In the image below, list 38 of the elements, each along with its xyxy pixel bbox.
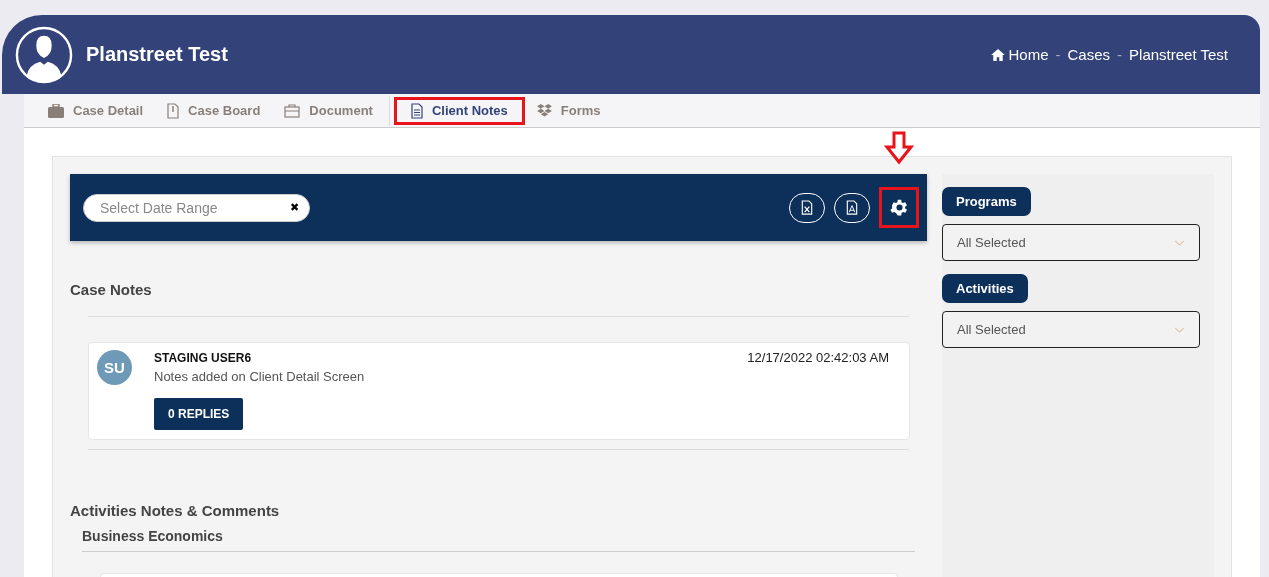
pdf-file-icon	[846, 200, 858, 215]
breadcrumb-separator: -	[1117, 46, 1123, 63]
note-text: Notes added on Client Detail Screen	[154, 369, 365, 384]
suitcase-icon	[284, 103, 301, 118]
breadcrumb-link[interactable]: Home	[1008, 46, 1049, 63]
note-author: STAGING USER6	[154, 351, 253, 365]
breadcrumb-link[interactable]: Cases	[1067, 46, 1111, 63]
filter-label: Programs	[942, 187, 1031, 216]
filter-dropdown[interactable]: All Selected	[942, 224, 1200, 261]
briefcase-icon	[48, 103, 64, 118]
page-title: Planstreet Test	[86, 43, 228, 66]
excel-file-icon	[801, 200, 813, 215]
section-title: Activities Notes & Comments	[70, 502, 281, 521]
activity-title: Business Economics	[82, 528, 224, 544]
settings-icon	[888, 197, 910, 218]
tab[interactable]: Case Board	[155, 96, 273, 125]
tab[interactable]: Forms	[524, 97, 613, 124]
settings-button[interactable]	[879, 187, 919, 228]
file-icon	[167, 102, 180, 119]
date-range-field[interactable]: Select Date Range ✖	[83, 193, 310, 222]
user-initials-avatar: SU	[97, 350, 132, 385]
section-title: Case Notes	[70, 281, 153, 300]
chevron-down-icon	[1174, 239, 1185, 246]
user-silhouette-icon	[15, 25, 73, 84]
replies-button[interactable]: 0 REPLIES	[154, 398, 244, 430]
home-icon	[990, 48, 1005, 61]
tab[interactable]: Case Detail	[36, 97, 156, 124]
breadcrumb-separator: -	[1055, 46, 1061, 63]
note-timestamp: 12/17/2022 02:42:03 AM	[747, 350, 889, 367]
chevron-down-icon	[1174, 326, 1185, 333]
clear-button[interactable]: ✖	[290, 201, 299, 214]
tab[interactable]: Client Notes	[398, 96, 520, 125]
document-icon	[410, 102, 423, 119]
filter-dropdown[interactable]: All Selected	[942, 311, 1200, 348]
filter-label: Activities	[942, 274, 1028, 303]
tab[interactable]: Document	[272, 97, 385, 124]
dropbox-icon	[536, 104, 552, 117]
breadcrumb-link[interactable]: Planstreet Test	[1129, 46, 1228, 63]
